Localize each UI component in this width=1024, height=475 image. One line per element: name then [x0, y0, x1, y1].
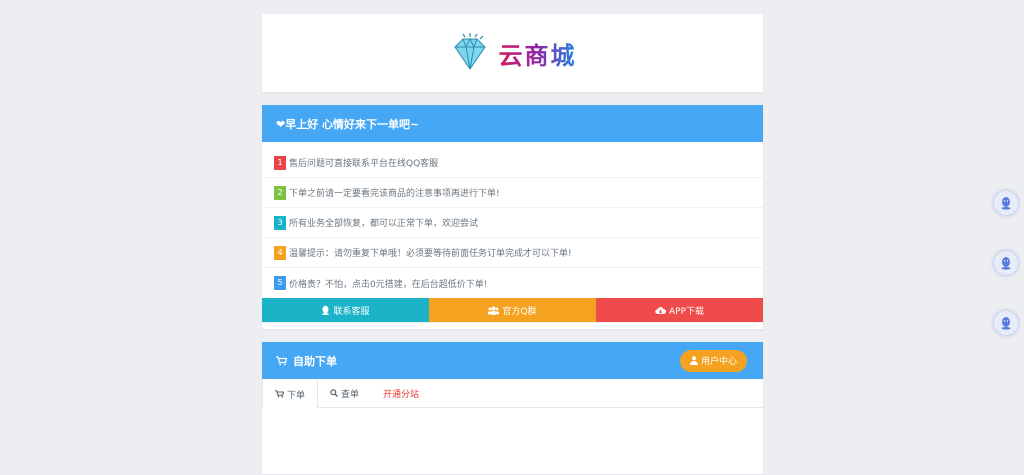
search-icon — [330, 389, 338, 397]
cart-icon — [276, 355, 287, 365]
cloud-download-icon — [655, 306, 666, 314]
qq-icon — [1001, 317, 1011, 330]
official-group-label: 官方Q群 — [502, 306, 537, 317]
tab-query-label: 查单 — [341, 389, 360, 400]
notice-text: 下单之前请一定要看完该商品的注意事项再进行下单! — [289, 189, 500, 199]
logo-text: 云商城 — [499, 36, 577, 71]
order-title-wrap: 自助下单 — [276, 353, 337, 369]
floating-qq-button[interactable] — [994, 191, 1018, 215]
notice-text: 售后问题可直接联系平台在线QQ客服 — [289, 159, 439, 169]
logo-header: 云商城 — [262, 14, 763, 92]
notice-number: 3 — [274, 215, 286, 230]
order-title: 自助下单 — [293, 354, 337, 368]
contact-service-button[interactable]: 联系客服 — [262, 298, 429, 322]
notice-list: 1 售后问题可直接联系平台在线QQ客服 2 下单之前请一定要看完该商品的注意事项… — [262, 142, 763, 298]
order-header: 自助下单 用户中心 — [262, 342, 763, 379]
notice-item: 5 价格贵？不怕，点击0元搭建，在后台超低价下单! — [262, 268, 763, 298]
notice-number: 4 — [274, 245, 286, 260]
notice-item: 3 所有业务全部恢复，都可以正常下单，欢迎尝试 — [262, 208, 763, 238]
group-icon — [488, 306, 500, 315]
app-download-label: APP下载 — [668, 306, 704, 317]
tab-order[interactable]: 下单 — [262, 380, 319, 408]
notice-text: 价格贵？不怕，点击0元搭建，在后台超低价下单! — [289, 279, 488, 290]
floating-qq-button[interactable] — [994, 311, 1018, 335]
user-icon — [689, 356, 698, 365]
official-group-button[interactable]: 官方Q群 — [429, 298, 596, 322]
user-center-label: 用户中心 — [700, 357, 737, 367]
notice-title: ❤早上好 心情好来下一单吧~ — [262, 105, 763, 142]
cart-icon — [275, 390, 284, 398]
notice-item: 4 温馨提示：请勿重复下单哦！必须要等待前面任务订单完成才可以下单! — [262, 238, 763, 268]
main-container: 云商城 ❤早上好 心情好来下一单吧~ 1 售后问题可直接联系平台在线QQ客服 2… — [262, 14, 763, 474]
tab-open-substation[interactable]: 开通分站 — [371, 379, 431, 407]
notice-item: 1 售后问题可直接联系平台在线QQ客服 — [262, 148, 763, 178]
notice-text: 温馨提示：请勿重复下单哦！必须要等待前面任务订单完成才可以下单! — [289, 249, 572, 259]
diamond-icon — [453, 33, 486, 70]
order-tabs: 下单 查单 开通分站 — [262, 379, 763, 408]
tab-query[interactable]: 查单 — [318, 379, 371, 407]
qq-icon — [322, 305, 330, 315]
contact-service-label: 联系客服 — [333, 306, 370, 317]
qq-icon — [1001, 257, 1011, 270]
notice-number: 5 — [274, 276, 286, 290]
notice-item: 2 下单之前请一定要看完该商品的注意事项再进行下单! — [262, 178, 763, 208]
floating-qq-button[interactable] — [994, 251, 1018, 275]
qq-icon — [1001, 197, 1011, 210]
action-buttons: 联系客服 官方Q群 APP下载 — [262, 298, 763, 322]
order-panel: 自助下单 用户中心 下单 查单 开通分站 — [262, 342, 763, 474]
logo[interactable]: 云商城 — [449, 33, 577, 73]
notice-text: 所有业务全部恢复，都可以正常下单，欢迎尝试 — [289, 219, 479, 229]
notice-number: 1 — [274, 155, 286, 170]
user-center-button[interactable]: 用户中心 — [679, 349, 747, 372]
order-content — [262, 408, 763, 474]
tab-order-label: 下单 — [287, 390, 306, 401]
notice-panel: ❤早上好 心情好来下一单吧~ 1 售后问题可直接联系平台在线QQ客服 2 下单之… — [262, 105, 763, 329]
notice-number: 2 — [274, 185, 286, 200]
tab-open-substation-label: 开通分站 — [383, 389, 420, 400]
panel-footer — [262, 322, 763, 329]
app-download-button[interactable]: APP下载 — [596, 298, 763, 322]
